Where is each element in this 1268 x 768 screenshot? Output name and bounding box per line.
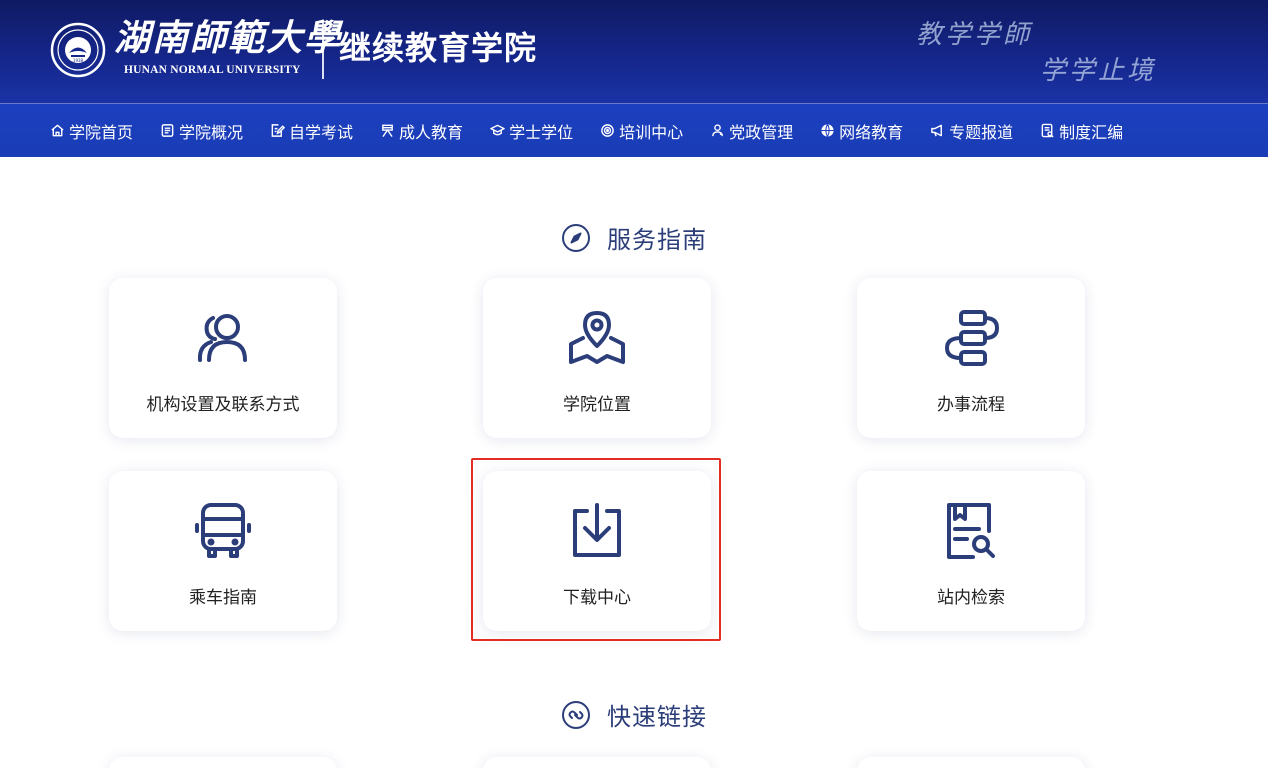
card-organization-contacts[interactable]: 机构设置及联系方式 [109,278,337,438]
card-download-center[interactable]: 下载中心 [483,471,711,631]
nav-item-label: 网络教育 [839,124,904,142]
edit-document-icon [271,124,286,137]
calligraphy-motto-line2: 学学止境 [1040,56,1157,86]
card-label: 站内检索 [937,588,1005,607]
card-bus-guide[interactable]: 乘车指南 [109,471,337,631]
megaphone-icon [931,124,943,137]
card-label: 机构设置及联系方式 [146,395,300,414]
nav-item-label: 学士学位 [509,124,574,142]
university-name-en: HUNAN NORMAL UNIVERSITY [124,64,301,76]
card-label: 办事流程 [937,395,1005,414]
adult-education-icon [382,124,393,137]
nav-item-training-center[interactable]: 培训中心 [600,119,683,143]
nav-item-bachelor-degree[interactable]: 学士学位 [490,119,573,143]
nav-item-overview[interactable]: 学院概况 [160,119,243,143]
nav-item-label: 学院概况 [179,124,244,142]
nav-item-home[interactable]: 学院首页 [50,119,133,143]
section-title-text: 服务指南 [607,227,707,254]
quick-link-card[interactable] [109,757,337,768]
nav-item-party-admin[interactable]: 党政管理 [710,119,793,143]
home-icon [51,124,64,137]
map-location-icon [569,311,625,364]
card-label: 下载中心 [563,588,631,607]
college-name[interactable]: 继续教育学院 [339,28,537,68]
nav-item-special-reports[interactable]: 专题报道 [930,119,1013,143]
document-search-icon [947,503,995,559]
people-icon [197,314,247,362]
card-site-search[interactable]: 站内检索 [857,471,1085,631]
quick-link-card[interactable] [483,757,711,768]
nav-item-label: 培训中心 [619,124,684,142]
nav-item-label: 自学考试 [289,124,354,142]
nav-item-label: 党政管理 [729,124,794,142]
link-icon [562,700,590,729]
site-header: 1938 湖南師範大學 HUNAN NORMAL UNIVERSITY 继续教育… [0,0,1268,104]
main-navigation: 学院首页 学院概况 自学考试 成人教育 学士学位 培训中心 党政管理 网络教育 … [0,104,1268,157]
university-name-cn[interactable]: 湖南師範大學 [114,16,342,60]
nav-item-label: 专题报道 [949,124,1014,142]
nav-item-label: 成人教育 [399,124,464,142]
section-title-text: 快速链接 [607,704,707,731]
card-college-location[interactable]: 学院位置 [483,278,711,438]
compass-icon [562,223,590,252]
logo-divider [322,20,324,79]
nav-item-adult-education[interactable]: 成人教育 [380,119,463,143]
graduation-cap-icon [490,124,505,136]
nav-item-online-education[interactable]: 网络教育 [820,119,903,143]
calligraphy-motto-line1: 教学学師 [916,20,1033,50]
regulation-book-icon [1041,123,1054,138]
bus-icon [195,503,251,558]
card-work-process[interactable]: 办事流程 [857,278,1085,438]
target-icon [601,124,614,137]
process-flow-icon [945,310,999,366]
nav-item-label: 学院首页 [69,124,134,142]
service-guide-title: 服务指南 [0,220,1268,255]
download-icon [573,503,621,557]
quick-links-title: 快速链接 [0,697,1268,732]
card-label: 乘车指南 [189,588,257,607]
person-badge-icon [712,124,723,137]
card-label: 学院位置 [563,395,631,414]
university-seal-icon[interactable]: 1938 [50,22,106,78]
svg-text:1938: 1938 [73,58,84,63]
nav-item-self-study-exam[interactable]: 自学考试 [270,119,353,143]
nav-item-regulations[interactable]: 制度汇编 [1040,119,1123,143]
quick-link-card[interactable] [857,757,1085,768]
nav-item-label: 制度汇编 [1059,124,1124,142]
globe-icon [821,124,834,137]
document-list-icon [161,124,174,137]
